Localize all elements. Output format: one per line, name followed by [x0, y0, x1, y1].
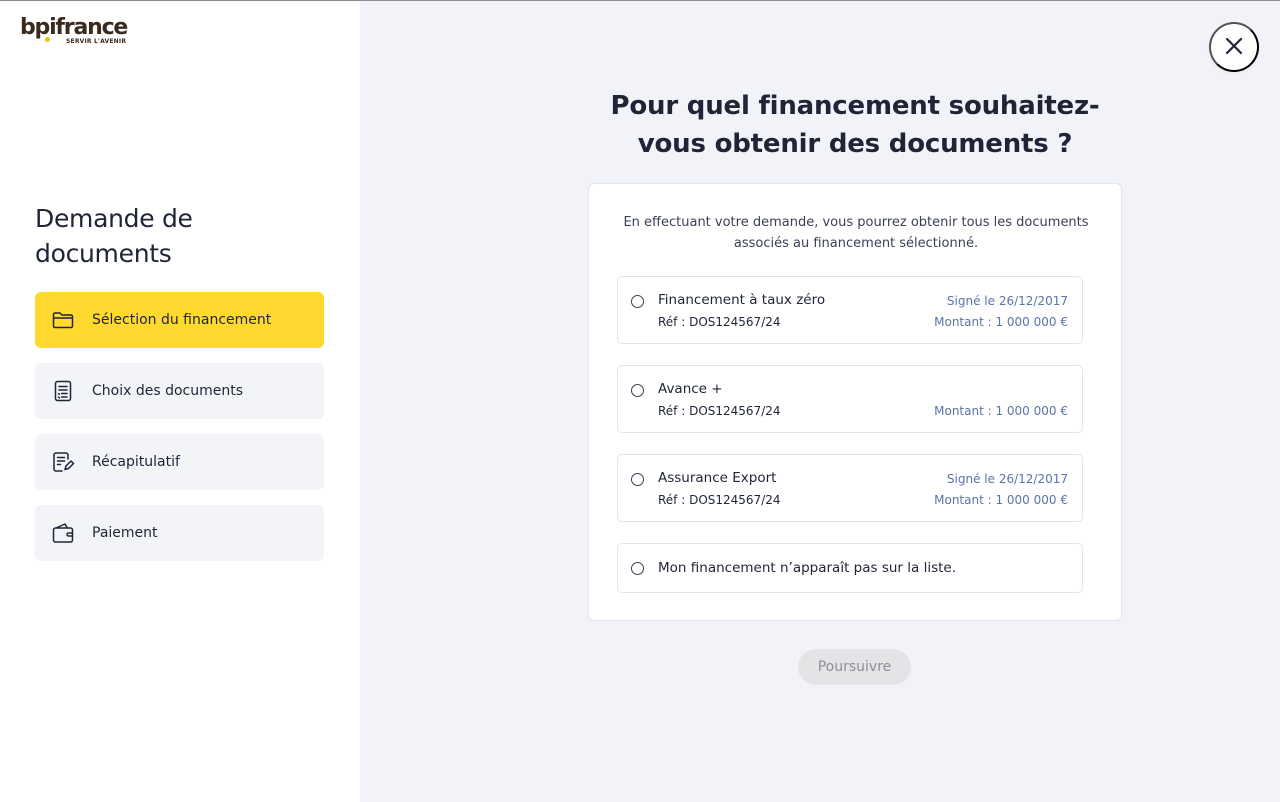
- continue-button[interactable]: Poursuivre: [798, 649, 911, 685]
- logo-tagline: SERVIR L'AVENIR: [66, 38, 127, 45]
- financing-selection-card: En effectuant votre demande, vous pourre…: [588, 183, 1122, 621]
- step-paiement[interactable]: Paiement: [35, 505, 324, 561]
- option-name: Financement à taux zéro: [658, 292, 826, 308]
- close-button[interactable]: [1209, 22, 1259, 72]
- radio-button[interactable]: [631, 562, 644, 575]
- option-name: Assurance Export: [658, 470, 777, 486]
- option-name: Mon financement n’apparaît pas sur la li…: [658, 560, 956, 576]
- step-label: Paiement: [92, 525, 158, 541]
- card-intro-text: En effectuant votre demande, vous pourre…: [623, 215, 1089, 251]
- step-label: Sélection du financement: [92, 312, 272, 328]
- sidebar-title: Demande de documents: [35, 204, 193, 268]
- folder-icon: [51, 308, 75, 332]
- step-selection-financement[interactable]: Sélection du financement: [35, 292, 324, 348]
- main-panel: Pour quel financement souhaitez-vous obt…: [360, 1, 1280, 802]
- document-edit-icon: [51, 450, 75, 474]
- option-signed-date: Signé le 26/12/2017: [946, 294, 1068, 308]
- step-label: Choix des documents: [92, 383, 244, 399]
- step-label: Récapitulatif: [92, 454, 180, 470]
- radio-button[interactable]: [631, 473, 644, 486]
- financing-option-avance-plus[interactable]: Avance + Réf : DOS124567/24 Montant : 1 …: [617, 365, 1083, 433]
- radio-button[interactable]: [631, 384, 644, 397]
- option-signed-date: Signé le 26/12/2017: [946, 472, 1068, 486]
- financing-option-not-listed[interactable]: Mon financement n’apparaît pas sur la li…: [617, 543, 1083, 593]
- close-icon: [1225, 37, 1243, 58]
- wallet-icon: [51, 521, 75, 545]
- financing-option-assurance-export[interactable]: Assurance Export Réf : DOS124567/24 Sign…: [617, 454, 1083, 522]
- radio-button[interactable]: [631, 295, 644, 308]
- option-amount: Montant : 1 000 000 €: [934, 493, 1068, 507]
- document-list-icon: [51, 379, 75, 403]
- option-reference: Réf : DOS124567/24: [658, 315, 781, 329]
- option-amount: Montant : 1 000 000 €: [934, 315, 1068, 329]
- page-title: Pour quel financement souhaitez-vous obt…: [610, 91, 1100, 159]
- logo-dot: [45, 37, 50, 42]
- step-choix-documents[interactable]: Choix des documents: [35, 363, 324, 419]
- option-reference: Réf : DOS124567/24: [658, 404, 781, 418]
- app-frame: bpifrance SERVIR L'AVENIR Demande de doc…: [0, 0, 1280, 802]
- sidebar: bpifrance SERVIR L'AVENIR Demande de doc…: [0, 1, 360, 802]
- option-reference: Réf : DOS124567/24: [658, 493, 781, 507]
- financing-option-taux-zero[interactable]: Financement à taux zéro Réf : DOS124567/…: [617, 276, 1083, 344]
- bpifrance-logo[interactable]: bpifrance SERVIR L'AVENIR: [20, 15, 130, 49]
- step-recapitulatif[interactable]: Récapitulatif: [35, 434, 324, 490]
- option-amount: Montant : 1 000 000 €: [934, 404, 1068, 418]
- step-list: Sélection du financement Choix des docum…: [35, 292, 324, 576]
- option-name: Avance +: [658, 381, 723, 397]
